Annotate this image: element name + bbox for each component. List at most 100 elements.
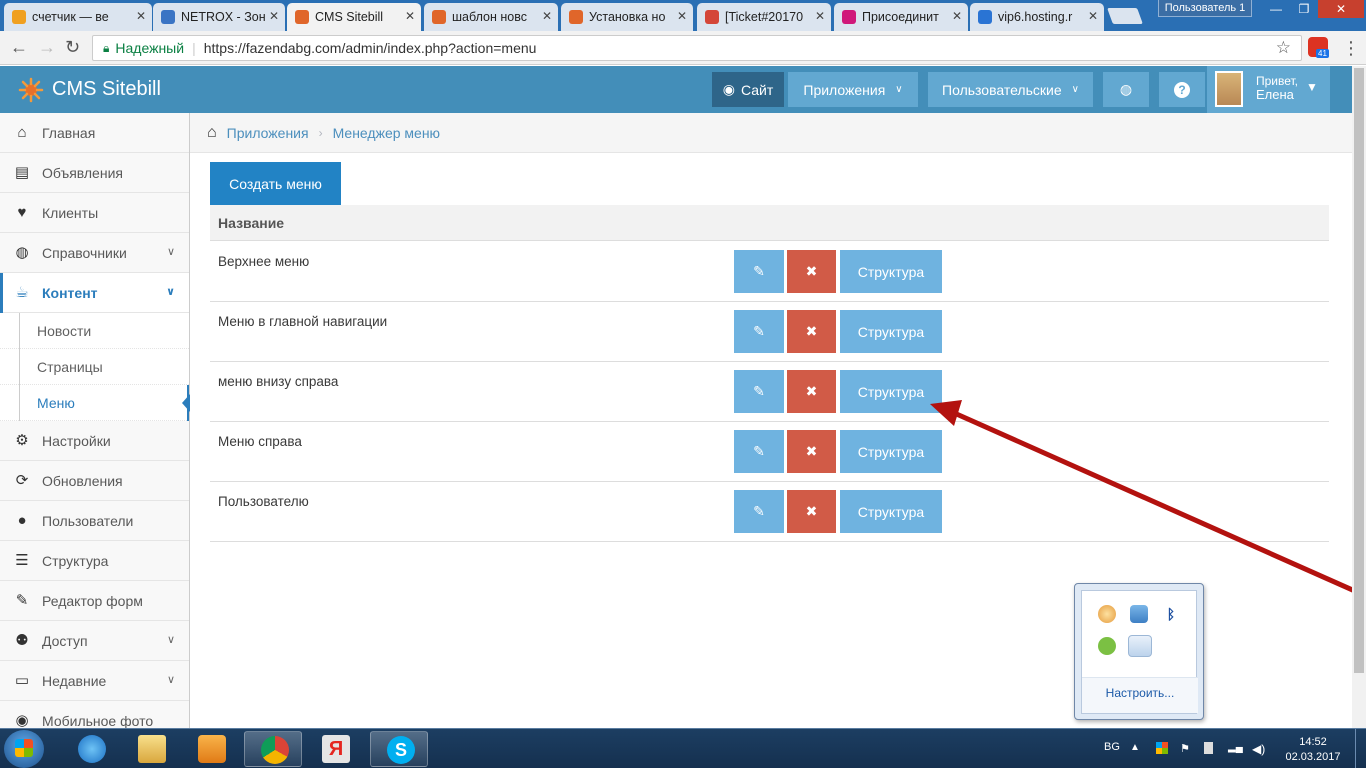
globe-button[interactable]: ◍ bbox=[1103, 72, 1149, 107]
sidebar-subitem[interactable]: Страницы bbox=[0, 349, 189, 385]
edit-button[interactable]: ✎ bbox=[734, 370, 784, 413]
sidebar-item[interactable]: ♥ Клиенты bbox=[0, 193, 189, 233]
sidebar-item[interactable]: ✎ Редактор форм bbox=[0, 581, 189, 621]
apps-dropdown[interactable]: Приложения ∨ bbox=[788, 72, 918, 107]
windows-flag-icon[interactable] bbox=[1156, 742, 1168, 754]
site-button[interactable]: ◉ Сайт bbox=[712, 72, 784, 107]
sidebar-item[interactable]: ⌂ Главная bbox=[0, 113, 189, 153]
help-button[interactable]: ? bbox=[1159, 72, 1205, 107]
delete-button[interactable]: ✖ bbox=[787, 430, 836, 473]
tab-close-icon[interactable]: ✕ bbox=[136, 9, 146, 23]
language-indicator[interactable]: BG bbox=[1104, 741, 1120, 753]
edit-button[interactable]: ✎ bbox=[734, 250, 784, 293]
reload-icon[interactable]: ↻ bbox=[65, 37, 80, 58]
url-input[interactable]: 🔒︎ Надежный | https://fazendabg.com/admi… bbox=[92, 35, 1302, 61]
sidebar-item[interactable]: ◉ Мобильное фото bbox=[0, 701, 189, 728]
breadcrumb-apps[interactable]: Приложения bbox=[227, 125, 309, 141]
signal-icon[interactable]: ▂▄ bbox=[1228, 742, 1243, 754]
browser-menu-icon[interactable]: ⋮ bbox=[1342, 38, 1360, 59]
browser-tab[interactable]: CMS Sitebill ✕ bbox=[287, 3, 421, 31]
edit-button[interactable]: ✎ bbox=[734, 430, 784, 473]
sidebar-item[interactable]: ☰ Структура bbox=[0, 541, 189, 581]
tab-close-icon[interactable]: ✕ bbox=[1088, 9, 1098, 23]
sidebar-item[interactable]: ⚙ Настройки bbox=[0, 421, 189, 461]
skype-icon: S bbox=[387, 736, 415, 764]
scrollbar-thumb[interactable] bbox=[1354, 68, 1364, 673]
volume-icon[interactable]: ◀) bbox=[1252, 742, 1265, 756]
create-menu-button[interactable]: Создать меню bbox=[210, 162, 341, 205]
clock[interactable]: 14:52 02.03.2017 bbox=[1285, 735, 1341, 765]
device-icon[interactable] bbox=[1204, 742, 1213, 754]
tray-selected-icon[interactable] bbox=[1128, 635, 1152, 657]
browser-tab[interactable]: [Ticket#20170 ✕ bbox=[697, 3, 831, 31]
user-menu[interactable]: Привет, Елена ▼ bbox=[1207, 66, 1330, 113]
breadcrumb-separator: › bbox=[318, 125, 323, 140]
new-tab-button[interactable] bbox=[1107, 8, 1143, 24]
taskbar-media[interactable] bbox=[182, 731, 240, 767]
edit-button[interactable]: ✎ bbox=[734, 310, 784, 353]
delete-button[interactable]: ✖ bbox=[787, 370, 836, 413]
sidebar-subitem-label: Меню bbox=[37, 394, 75, 411]
tab-close-icon[interactable]: ✕ bbox=[542, 9, 552, 23]
structure-button[interactable]: Структура bbox=[840, 430, 942, 473]
structure-button[interactable]: Структура bbox=[840, 490, 942, 533]
browser-tab[interactable]: шаблон новс ✕ bbox=[424, 3, 558, 31]
tab-close-icon[interactable]: ✕ bbox=[677, 9, 687, 23]
start-button[interactable] bbox=[4, 730, 44, 768]
structure-button[interactable]: Структура bbox=[840, 310, 942, 353]
browser-tab[interactable]: счетчик — ве ✕ bbox=[4, 3, 152, 31]
sidebar-item[interactable]: ⚉ Доступ ∨ bbox=[0, 621, 189, 661]
delete-button[interactable]: ✖ bbox=[787, 490, 836, 533]
bookmark-star-icon[interactable]: ☆ bbox=[1276, 38, 1291, 58]
sidebar-subitem[interactable]: Новости bbox=[0, 313, 189, 349]
action-center-icon[interactable]: ⚑ bbox=[1180, 742, 1192, 755]
tray-app-icon[interactable] bbox=[1098, 605, 1116, 623]
sidebar-item[interactable]: ▤ Объявления bbox=[0, 153, 189, 193]
tray-green-icon[interactable] bbox=[1098, 637, 1116, 655]
browser-profile-badge[interactable]: Пользователь 1 bbox=[1158, 0, 1252, 17]
page-scrollbar[interactable] bbox=[1352, 66, 1366, 728]
sidebar-item[interactable]: ⟳ Обновления bbox=[0, 461, 189, 501]
structure-button[interactable]: Структура bbox=[840, 370, 942, 413]
extension-icon[interactable]: 41 bbox=[1308, 37, 1329, 58]
taskbar-explorer[interactable] bbox=[122, 731, 180, 767]
taskbar-ie[interactable] bbox=[62, 731, 120, 767]
taskbar-skype[interactable]: S bbox=[370, 731, 428, 767]
custom-dropdown[interactable]: Пользовательские ∨ bbox=[928, 72, 1093, 107]
minimize-icon[interactable]: — bbox=[1262, 0, 1290, 18]
maximize-icon[interactable]: ❐ bbox=[1290, 0, 1318, 18]
show-hidden-icons-icon[interactable]: ▲ bbox=[1130, 742, 1142, 754]
sidebar-item[interactable]: ☕︎ Контент ∨ bbox=[0, 273, 189, 313]
sidebar-item[interactable]: ● Пользователи bbox=[0, 501, 189, 541]
structure-button[interactable]: Структура bbox=[840, 250, 942, 293]
tab-favicon-icon bbox=[705, 10, 719, 24]
bluetooth-icon[interactable]: ᛒ bbox=[1162, 605, 1180, 623]
browser-tab[interactable]: vip6.hosting.r ✕ bbox=[970, 3, 1104, 31]
sidebar-item[interactable]: ◍ Справочники ∨ bbox=[0, 233, 189, 273]
close-window-icon[interactable]: ✕ bbox=[1318, 0, 1364, 18]
tab-title: Установка но bbox=[589, 10, 666, 24]
tray-network-icon[interactable] bbox=[1130, 605, 1148, 623]
delete-button[interactable]: ✖ bbox=[787, 310, 836, 353]
back-icon[interactable]: ← bbox=[10, 37, 28, 58]
browser-tab[interactable]: Присоединит ✕ bbox=[834, 3, 968, 31]
tab-close-icon[interactable]: ✕ bbox=[269, 9, 279, 23]
tab-close-icon[interactable]: ✕ bbox=[952, 9, 962, 23]
tray-configure-link[interactable]: Настроить... bbox=[1082, 677, 1198, 713]
show-desktop-button[interactable] bbox=[1355, 729, 1366, 768]
brand[interactable]: CMS Sitebill bbox=[18, 66, 161, 113]
forward-icon[interactable]: → bbox=[38, 37, 56, 58]
taskbar-chrome[interactable] bbox=[244, 731, 302, 767]
ie-icon bbox=[78, 735, 106, 763]
browser-tab[interactable]: NETROX - Зон ✕ bbox=[153, 3, 285, 31]
home-icon[interactable]: ⌂ bbox=[207, 124, 217, 142]
delete-button[interactable]: ✖ bbox=[787, 250, 836, 293]
sidebar-subitem[interactable]: Меню bbox=[0, 385, 190, 421]
taskbar-yandex[interactable]: Я bbox=[306, 731, 364, 767]
breadcrumb-menu-manager[interactable]: Менеджер меню bbox=[333, 125, 440, 141]
tab-close-icon[interactable]: ✕ bbox=[815, 9, 825, 23]
edit-button[interactable]: ✎ bbox=[734, 490, 784, 533]
browser-tab[interactable]: Установка но ✕ bbox=[561, 3, 693, 31]
tab-close-icon[interactable]: ✕ bbox=[405, 9, 415, 23]
sidebar-item[interactable]: ▭ Недавние ∨ bbox=[0, 661, 189, 701]
